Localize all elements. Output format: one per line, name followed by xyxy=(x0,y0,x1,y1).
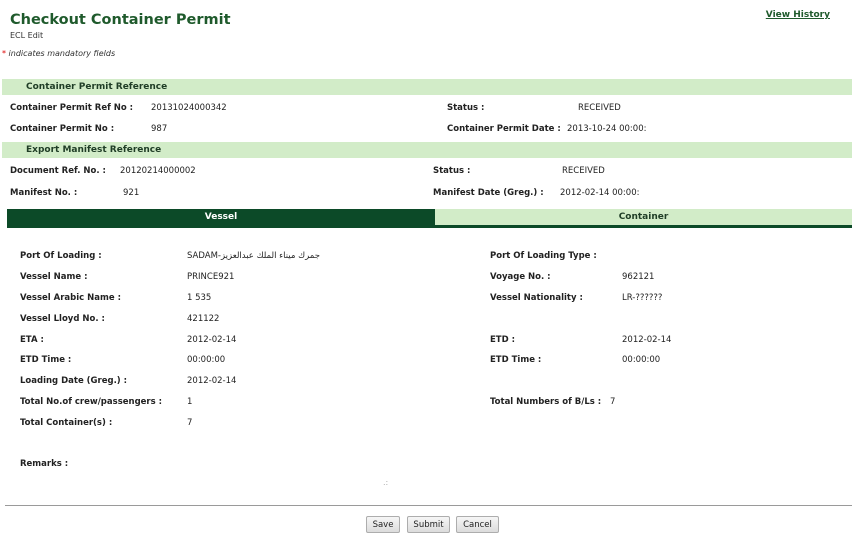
etd-time-value: 00:00:00 xyxy=(187,355,226,365)
section-title: Export Manifest Reference xyxy=(26,145,162,155)
remarks-label: Remarks : xyxy=(20,459,69,469)
mandatory-note-text: indicates mandatory fields xyxy=(8,49,116,58)
permit-date-label: Container Permit Date : xyxy=(447,124,561,134)
port-of-loading-type-label: Port Of Loading Type : xyxy=(490,251,597,261)
document-ref-value: 20120214000002 xyxy=(120,166,196,176)
permit-status-label: Status : xyxy=(447,103,485,113)
total-bls-label: Total Numbers of B/Ls : xyxy=(490,397,602,407)
cancel-button[interactable]: Cancel xyxy=(456,516,499,533)
permit-no-label: Container Permit No : xyxy=(10,124,115,134)
voyage-no-value: 962121 xyxy=(622,272,655,282)
page-title: Checkout Container Permit xyxy=(10,12,231,28)
vessel-nationality-value: LR-?????? xyxy=(622,293,663,303)
manifest-no-label: Manifest No. : xyxy=(10,188,78,198)
etd-label: ETD : xyxy=(490,335,516,345)
port-of-loading-value: SADAM-جمرك ميناء الملك عبدالعزيز xyxy=(187,251,320,261)
etd-time-label: ETD Time : xyxy=(20,355,72,365)
total-containers-label: Total Container(s) : xyxy=(20,418,113,428)
loading-date-value: 2012-02-14 xyxy=(187,376,237,386)
vessel-arabic-name-value: 1 535 xyxy=(187,293,212,303)
crew-passengers-value: 1 xyxy=(187,397,193,407)
footer-divider xyxy=(5,505,852,506)
total-bls-value: 7 xyxy=(610,397,616,407)
manifest-status-label: Status : xyxy=(433,166,471,176)
port-of-loading-label: Port Of Loading : xyxy=(20,251,102,261)
vessel-nationality-label: Vessel Nationality : xyxy=(490,293,583,303)
vessel-arabic-name-label: Vessel Arabic Name : xyxy=(20,293,121,303)
eta-label: ETA : xyxy=(20,335,44,345)
crew-passengers-label: Total No.of crew/passengers : xyxy=(20,397,163,407)
tab-vessel-label: Vessel xyxy=(204,212,238,222)
etd-value: 2012-02-14 xyxy=(622,335,672,345)
vessel-lloyd-no-label: Vessel Lloyd No. : xyxy=(20,314,105,324)
loading-date-label: Loading Date (Greg.) : xyxy=(20,376,128,386)
submit-button[interactable]: Submit xyxy=(407,516,450,533)
permit-ref-no-value: 20131024000342 xyxy=(151,103,227,113)
voyage-no-label: Voyage No. : xyxy=(490,272,551,282)
tab-vessel[interactable]: Vessel xyxy=(7,209,435,225)
tab-bar: Vessel Container xyxy=(7,209,852,228)
permit-ref-no-label: Container Permit Ref No : xyxy=(10,103,134,113)
tab-container[interactable]: Container xyxy=(435,209,852,225)
permit-date-value: 2013-10-24 00:00: xyxy=(567,124,647,134)
resize-grip-icon[interactable]: .: xyxy=(383,478,388,487)
page-subtitle: ECL Edit xyxy=(10,31,44,40)
tab-container-label: Container xyxy=(618,212,669,222)
document-ref-label: Document Ref. No. : xyxy=(10,166,106,176)
permit-no-value: 987 xyxy=(151,124,168,134)
mandatory-note: * indicates mandatory fields xyxy=(2,49,115,58)
vessel-name-label: Vessel Name : xyxy=(20,272,88,282)
vessel-name-value: PRINCE921 xyxy=(187,272,235,282)
manifest-no-value: 921 xyxy=(123,188,140,198)
manifest-status-value: RECEIVED xyxy=(562,166,605,176)
eta-value: 2012-02-14 xyxy=(187,335,237,345)
save-button[interactable]: Save xyxy=(366,516,400,533)
vessel-lloyd-no-value: 421122 xyxy=(187,314,220,324)
mandatory-asterisk: * xyxy=(2,49,6,58)
view-history-link[interactable]: View History xyxy=(766,10,830,20)
total-containers-value: 7 xyxy=(187,418,193,428)
manifest-date-value: 2012-02-14 00:00: xyxy=(560,188,640,198)
permit-status-value: RECEIVED xyxy=(578,103,621,113)
section-header-permit-reference: Container Permit Reference xyxy=(2,79,852,95)
manifest-date-label: Manifest Date (Greg.) : xyxy=(433,188,544,198)
section-header-manifest-reference: Export Manifest Reference xyxy=(2,142,852,158)
etd-time-value-right: 00:00:00 xyxy=(622,355,661,365)
section-title: Container Permit Reference xyxy=(26,82,168,92)
tab-underline xyxy=(7,225,852,228)
etd-time-label-right: ETD Time : xyxy=(490,355,542,365)
